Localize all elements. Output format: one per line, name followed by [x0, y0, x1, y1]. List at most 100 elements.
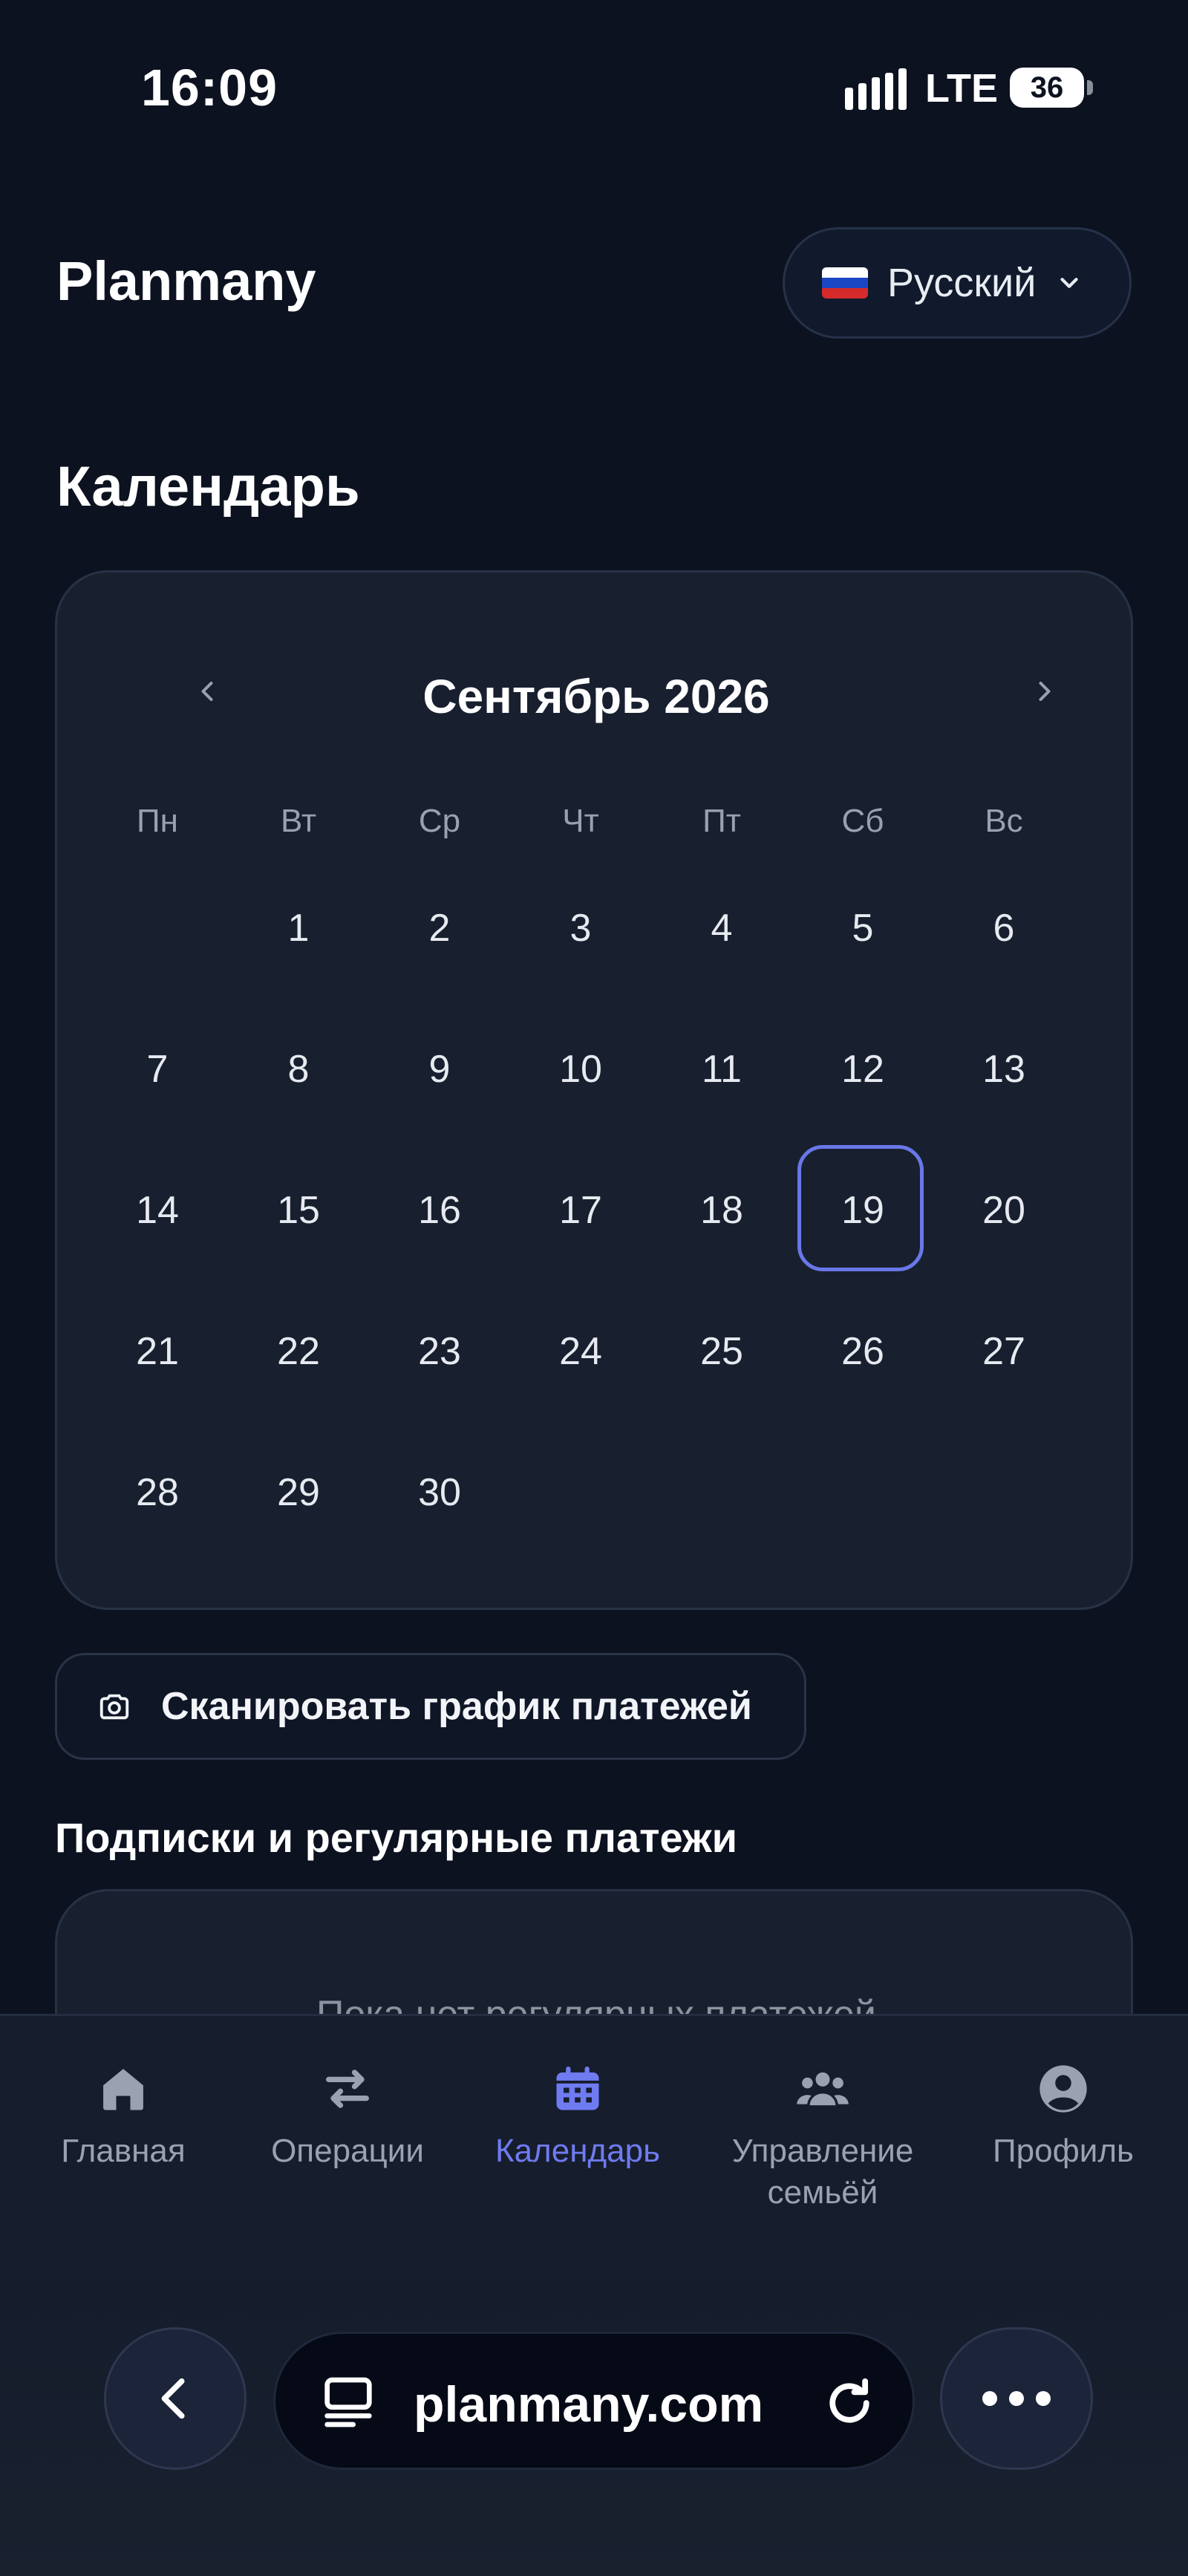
weekday-label: Вт — [280, 803, 317, 839]
calendar-day[interactable]: 30 — [369, 1422, 510, 1563]
calendar-day[interactable]: 22 — [228, 1281, 369, 1422]
calendar-day[interactable]: 2 — [369, 858, 510, 999]
calendar-day-label: 28 — [136, 1471, 179, 1514]
nav-label-operations: Операции — [271, 2133, 424, 2169]
nav-label-calendar: Календарь — [495, 2133, 661, 2169]
calendar-day[interactable]: 26 — [792, 1281, 933, 1422]
nav-item-operations[interactable]: Операции — [229, 2061, 466, 2172]
calendar-day[interactable]: 20 — [933, 1140, 1074, 1281]
chevron-left-icon — [161, 2378, 185, 2419]
calendar-day[interactable]: 23 — [369, 1281, 510, 1422]
calendar-day-label: 11 — [702, 1048, 742, 1091]
calendar-day-label: 1 — [287, 907, 310, 950]
calendar-day[interactable]: 7 — [87, 999, 228, 1140]
month-label: Сентябрь 2026 — [422, 670, 770, 723]
calendar-day[interactable]: 12 — [792, 999, 933, 1140]
app-title: Planmany — [56, 250, 316, 312]
reload-icon[interactable] — [820, 2374, 878, 2432]
weekday-label: Пт — [702, 803, 741, 839]
weekday-label: Вс — [985, 803, 1023, 839]
calendar-day[interactable]: 1 — [228, 858, 369, 999]
url-text: planmany.com — [414, 2376, 764, 2433]
calendar-day-label: 12 — [841, 1048, 884, 1091]
calendar-day-label: 6 — [993, 907, 1015, 950]
next-month-button[interactable] — [1015, 662, 1074, 721]
subscriptions-title: Подписки и регулярные платежи — [55, 1814, 738, 1861]
nav-label-family: Управление семьёй — [731, 2133, 914, 2211]
signal-icon — [845, 68, 907, 110]
calendar-day-label: 27 — [982, 1330, 1025, 1373]
nav-label-home: Главная — [61, 2133, 186, 2169]
calendar-day[interactable]: 8 — [228, 999, 369, 1140]
calendar-day-label: 29 — [277, 1471, 320, 1514]
home-icon — [103, 2069, 143, 2110]
nav-item-profile[interactable]: Профиль — [944, 2061, 1182, 2172]
battery-tip — [1087, 80, 1093, 95]
browser-more-button[interactable] — [940, 2327, 1093, 2470]
network-type: LTE — [925, 66, 998, 111]
calendar-day-label: 23 — [418, 1330, 461, 1373]
language-select[interactable]: Русский — [783, 227, 1132, 339]
calendar-day[interactable]: 4 — [651, 858, 792, 999]
calendar-day-label: 20 — [982, 1189, 1025, 1232]
calendar-icon — [556, 2066, 599, 2110]
nav-item-calendar[interactable]: Календарь — [459, 2061, 696, 2172]
calendar-day-label: 2 — [428, 907, 451, 950]
calendar-day[interactable]: 28 — [87, 1422, 228, 1563]
calendar-day[interactable]: 14 — [87, 1140, 228, 1281]
calendar-day[interactable]: 18 — [651, 1140, 792, 1281]
nav-item-home[interactable]: Главная — [4, 2061, 242, 2172]
profile-icon — [1040, 2065, 1087, 2113]
page-title: Календарь — [56, 455, 360, 518]
calendar-day-label: 9 — [428, 1048, 451, 1091]
transfer-icon — [326, 2070, 369, 2108]
calendar-day[interactable]: 27 — [933, 1281, 1074, 1422]
calendar-day[interactable]: 15 — [228, 1140, 369, 1281]
calendar-day-label: 14 — [136, 1189, 179, 1232]
calendar-day[interactable]: 11 — [651, 999, 792, 1140]
calendar-day-label: 4 — [711, 907, 733, 950]
nav-label-profile: Профиль — [993, 2133, 1134, 2169]
calendar-day[interactable]: 9 — [369, 999, 510, 1140]
calendar-day-label: 24 — [559, 1330, 602, 1373]
calendar-day[interactable]: 24 — [510, 1281, 651, 1422]
camera-icon — [99, 1694, 129, 1720]
scan-button-label: Сканировать график платежей — [161, 1685, 752, 1728]
page-menu-icon — [324, 2377, 372, 2427]
weekday-label: Сб — [841, 803, 884, 839]
nav-item-family[interactable]: Управление семьёй — [704, 2061, 941, 2214]
calendar-day[interactable]: 5 — [792, 858, 933, 999]
weekday-label: Ср — [418, 803, 461, 839]
calendar-day-label: 16 — [418, 1189, 461, 1232]
calendar-day[interactable]: 13 — [933, 999, 1074, 1140]
calendar-day[interactable]: 6 — [933, 858, 1074, 999]
family-icon — [797, 2072, 849, 2106]
calendar-day[interactable]: 16 — [369, 1140, 510, 1281]
battery-level: 36 — [1030, 71, 1064, 104]
calendar-day[interactable]: 21 — [87, 1281, 228, 1422]
weekday-label: Пн — [137, 803, 178, 839]
calendar-day[interactable]: 3 — [510, 858, 651, 999]
calendar-day[interactable]: 25 — [651, 1281, 792, 1422]
calendar-day-label: 17 — [559, 1189, 602, 1232]
more-icon — [982, 2391, 1051, 2406]
calendar-day[interactable]: 10 — [510, 999, 651, 1140]
scan-schedule-button[interactable]: Сканировать график платежей — [55, 1653, 806, 1760]
calendar-day-selected[interactable]: 19 — [792, 1140, 933, 1281]
russia-flag-icon — [822, 267, 868, 299]
calendar-day-label: 8 — [287, 1048, 310, 1091]
calendar-day-label: 30 — [418, 1471, 461, 1514]
battery-icon: 36 — [1010, 68, 1084, 108]
chevron-right-icon — [1039, 681, 1051, 702]
status-bar: 16:09 LTE 36 — [0, 0, 1188, 178]
weekday-label: Чт — [562, 803, 599, 839]
calendar-day-label: 10 — [559, 1048, 602, 1091]
calendar-day[interactable]: 17 — [510, 1140, 651, 1281]
browser-toolbar: planmany.com — [0, 2281, 1188, 2576]
language-label: Русский — [887, 261, 1037, 305]
browser-back-button[interactable] — [104, 2327, 247, 2470]
url-bar[interactable]: planmany.com — [273, 2332, 915, 2470]
calendar-day[interactable]: 29 — [228, 1422, 369, 1563]
selected-day-ring — [797, 1145, 924, 1271]
calendar-day-label: 22 — [277, 1330, 320, 1373]
